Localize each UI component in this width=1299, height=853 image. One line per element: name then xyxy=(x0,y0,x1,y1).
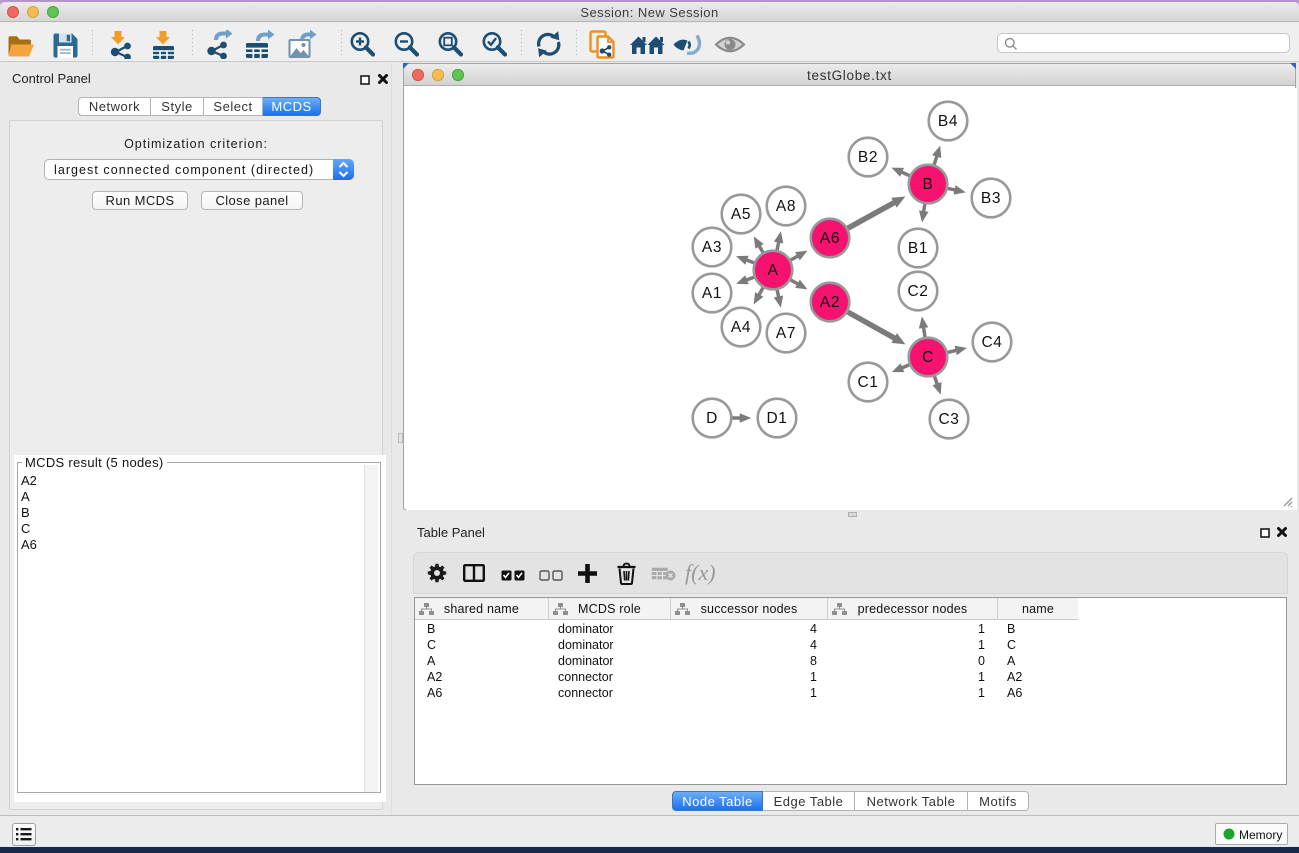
svg-text:B4: B4 xyxy=(938,113,958,130)
svg-text:A: A xyxy=(768,262,779,279)
svg-text:A3: A3 xyxy=(702,239,722,256)
svg-text:B: B xyxy=(923,176,934,193)
svg-text:A8: A8 xyxy=(776,198,796,215)
svg-text:C4: C4 xyxy=(981,334,1002,351)
svg-text:D: D xyxy=(706,410,718,427)
svg-text:A2: A2 xyxy=(820,294,840,311)
svg-text:B2: B2 xyxy=(858,149,878,166)
svg-text:C2: C2 xyxy=(907,283,928,300)
svg-text:C1: C1 xyxy=(857,374,878,391)
svg-text:A1: A1 xyxy=(702,285,722,302)
svg-text:C3: C3 xyxy=(938,411,959,428)
svg-text:A5: A5 xyxy=(731,206,751,223)
svg-text:A7: A7 xyxy=(776,325,796,342)
svg-text:D1: D1 xyxy=(766,410,787,427)
svg-text:A4: A4 xyxy=(731,319,751,336)
svg-text:A6: A6 xyxy=(820,230,840,247)
svg-text:B1: B1 xyxy=(908,240,928,257)
svg-text:B3: B3 xyxy=(981,190,1001,207)
svg-text:C: C xyxy=(922,349,934,366)
